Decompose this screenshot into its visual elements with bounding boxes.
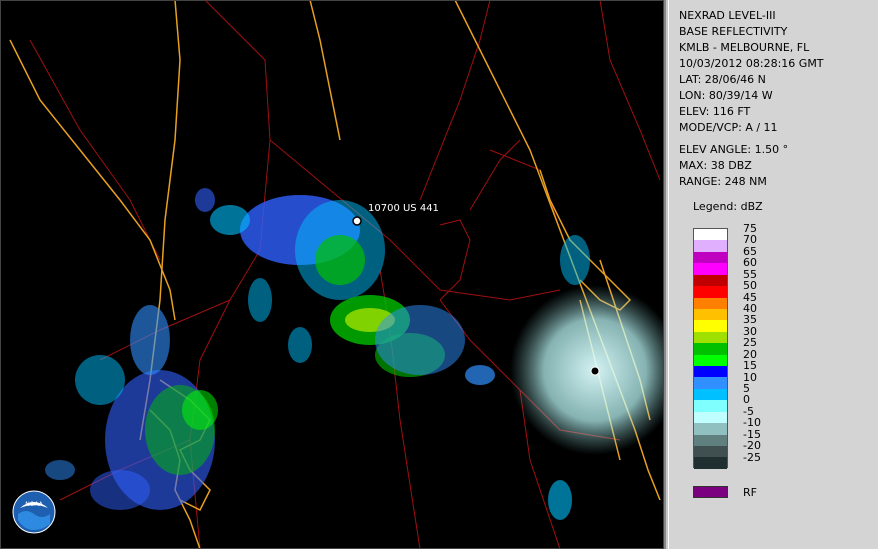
legend-swatch xyxy=(694,274,727,287)
legend-swatch xyxy=(694,251,727,264)
location-label: 10700 US 441 xyxy=(368,203,439,214)
elev-angle: ELEV ANGLE: 1.50 ° xyxy=(679,143,789,156)
station-name: KMLB - MELBOURNE, FL xyxy=(679,41,810,54)
radar-map-svg: 10700 US 441 xyxy=(0,0,664,549)
noaa-logo-icon: NOAA xyxy=(12,490,56,534)
legend-swatch xyxy=(694,286,727,298)
station-lat: LAT: 28/06/46 N xyxy=(679,73,766,86)
legend-swatch xyxy=(694,377,727,389)
radar-site-marker xyxy=(590,366,600,376)
legend-swatch xyxy=(694,388,727,401)
max-dbz: MAX: 38 DBZ xyxy=(679,159,752,172)
legend-swatch xyxy=(694,320,727,332)
legend-swatch xyxy=(694,240,727,252)
mode-vcp: MODE/VCP: A / 11 xyxy=(679,121,778,134)
legend-swatch xyxy=(694,263,727,275)
legend-title: Legend: dBZ xyxy=(693,200,763,213)
product-name: NEXRAD LEVEL-III xyxy=(679,9,776,22)
station-lon: LON: 80/39/14 W xyxy=(679,89,773,102)
legend-swatch xyxy=(694,446,727,458)
noaa-logo-text: NOAA xyxy=(25,501,43,508)
legend-swatch xyxy=(694,434,727,447)
legend-swatch xyxy=(694,457,727,469)
legend-swatch xyxy=(694,400,727,412)
legend-swatch xyxy=(694,343,727,355)
legend-swatch xyxy=(694,308,727,321)
legend-swatch xyxy=(694,331,727,344)
legend-color-bar xyxy=(693,228,728,469)
legend-swatch xyxy=(694,354,727,367)
scan-range: RANGE: 248 NM xyxy=(679,175,767,188)
legend-label: -25 xyxy=(743,450,761,464)
rf-swatch xyxy=(693,486,728,498)
radar-info: NEXRAD LEVEL-III BASE REFLECTIVITY KMLB … xyxy=(679,8,824,190)
location-marker xyxy=(352,216,362,226)
legend-swatch xyxy=(694,411,727,424)
station-elev: ELEV: 116 FT xyxy=(679,105,751,118)
rf-label: RF xyxy=(743,486,757,499)
legend-swatch xyxy=(694,423,727,435)
radar-map[interactable]: 10700 US 441 NOAA xyxy=(0,0,666,549)
scan-datetime: 10/03/2012 08:28:16 GMT xyxy=(679,57,824,70)
ground-clutter xyxy=(510,285,664,455)
legend-swatch xyxy=(694,366,727,378)
legend-swatch xyxy=(694,297,727,309)
product-type: BASE REFLECTIVITY xyxy=(679,25,788,38)
info-panel: NEXRAD LEVEL-III BASE REFLECTIVITY KMLB … xyxy=(668,0,878,549)
legend-swatch xyxy=(694,229,727,241)
storm-cells xyxy=(45,188,590,520)
noaa-logo: NOAA xyxy=(12,490,56,534)
